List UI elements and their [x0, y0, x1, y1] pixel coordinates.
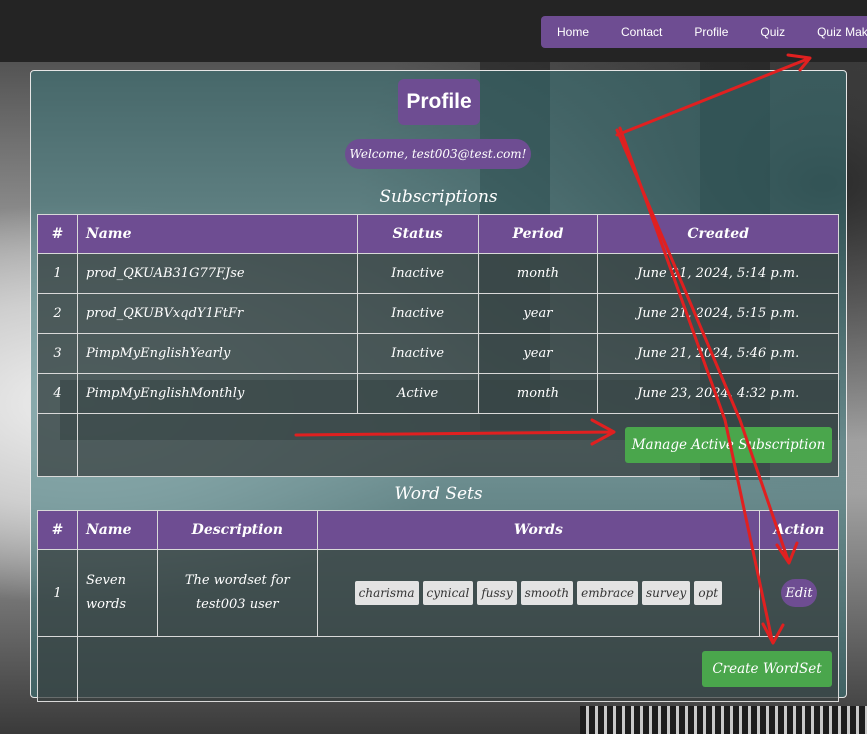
cell-words: charisma cynical fussy smooth embrace survey o… — [316, 549, 761, 637]
table-row: 1 prod_QKUAB31G77FJse Inactive month Jun… — [37, 253, 839, 294]
nav-profile[interactable]: Profile — [678, 25, 744, 39]
cell-status: Inactive — [356, 253, 479, 294]
word-chip: embrace — [577, 581, 639, 605]
cell-period: year — [477, 333, 599, 374]
table-row: 2 prod_QKUBVxqdY1FtFr Inactive year June… — [37, 293, 839, 334]
cell-period: month — [477, 373, 599, 414]
page-title: Profile — [398, 79, 480, 125]
cell-created: June 23, 2024, 4:32 p.m. — [597, 373, 839, 414]
word-chip: fussy — [477, 581, 517, 605]
cell-created: June 21, 2024, 5:14 p.m. — [597, 253, 839, 294]
table-row: 3 PimpMyEnglishYearly Inactive year June… — [37, 333, 839, 374]
col-header-created: Created — [597, 214, 839, 254]
subscriptions-heading: Subscriptions — [379, 187, 498, 207]
table-footer-row: Create WordSet — [37, 636, 840, 702]
col-header-description: Description — [156, 510, 318, 550]
table-row: 4 PimpMyEnglishMonthly Active month June… — [37, 373, 839, 414]
table-footer-row: Manage Active Subscription — [37, 413, 840, 477]
cell-action: Edit — [759, 549, 839, 637]
manage-subscription-button[interactable]: Manage Active Subscription — [625, 427, 832, 463]
col-header-action: Action — [759, 510, 839, 550]
col-header-words: Words — [316, 510, 761, 550]
nav-contact[interactable]: Contact — [605, 25, 678, 39]
word-chip: charisma — [354, 581, 419, 605]
subscriptions-table: # Name Status Period Created 1 prod_QKUA… — [37, 214, 840, 477]
col-header-num: # — [37, 510, 78, 550]
cell-num: 3 — [37, 333, 78, 374]
word-chip: cynical — [422, 581, 474, 605]
word-chip: opt — [694, 581, 723, 605]
cell-num: 1 — [37, 549, 78, 637]
nav-quiz-maker[interactable]: Quiz Maker — [801, 25, 867, 39]
cell-num: 2 — [37, 293, 78, 334]
word-chip: survey — [642, 581, 691, 605]
nav-home[interactable]: Home — [541, 25, 605, 39]
col-header-num: # — [37, 214, 78, 254]
create-wordset-button[interactable]: Create WordSet — [702, 651, 832, 687]
nav-quiz[interactable]: Quiz — [744, 25, 801, 39]
cell-status: Inactive — [356, 333, 479, 374]
profile-panel: Profile Welcome, test003@test.com! Subsc… — [30, 70, 847, 702]
welcome-badge: Welcome, test003@test.com! — [345, 139, 531, 169]
cell-num: 1 — [37, 253, 78, 294]
cell-status: Active — [356, 373, 479, 414]
word-chip: smooth — [520, 581, 574, 605]
col-header-name: Name — [76, 510, 158, 550]
cell-period: year — [477, 293, 599, 334]
edit-wordset-button[interactable]: Edit — [781, 579, 817, 607]
cell-num: 4 — [37, 373, 78, 414]
wordsets-heading: Word Sets — [394, 484, 483, 504]
col-header-status: Status — [356, 214, 479, 254]
cell-created: June 21, 2024, 5:15 p.m. — [597, 293, 839, 334]
cell-name: PimpMyEnglishYearly — [76, 333, 358, 374]
wordsets-table: # Name Description Words Action 1 Seven … — [37, 510, 840, 702]
cell-name: PimpMyEnglishMonthly — [76, 373, 358, 414]
cell-name: prod_QKUAB31G77FJse — [76, 253, 358, 294]
cell-period: month — [477, 253, 599, 294]
col-header-period: Period — [477, 214, 599, 254]
cell-name: prod_QKUBVxqdY1FtFr — [76, 293, 358, 334]
main-nav: Home Contact Profile Quiz Quiz Maker — [541, 16, 867, 48]
cell-description: The wordset for test003 user — [156, 549, 318, 637]
table-row: 1 Seven words The wordset for test003 us… — [37, 549, 839, 637]
col-header-name: Name — [76, 214, 358, 254]
cell-created: June 21, 2024, 5:46 p.m. — [597, 333, 839, 374]
cell-status: Inactive — [356, 293, 479, 334]
cell-name: Seven words — [76, 549, 158, 637]
